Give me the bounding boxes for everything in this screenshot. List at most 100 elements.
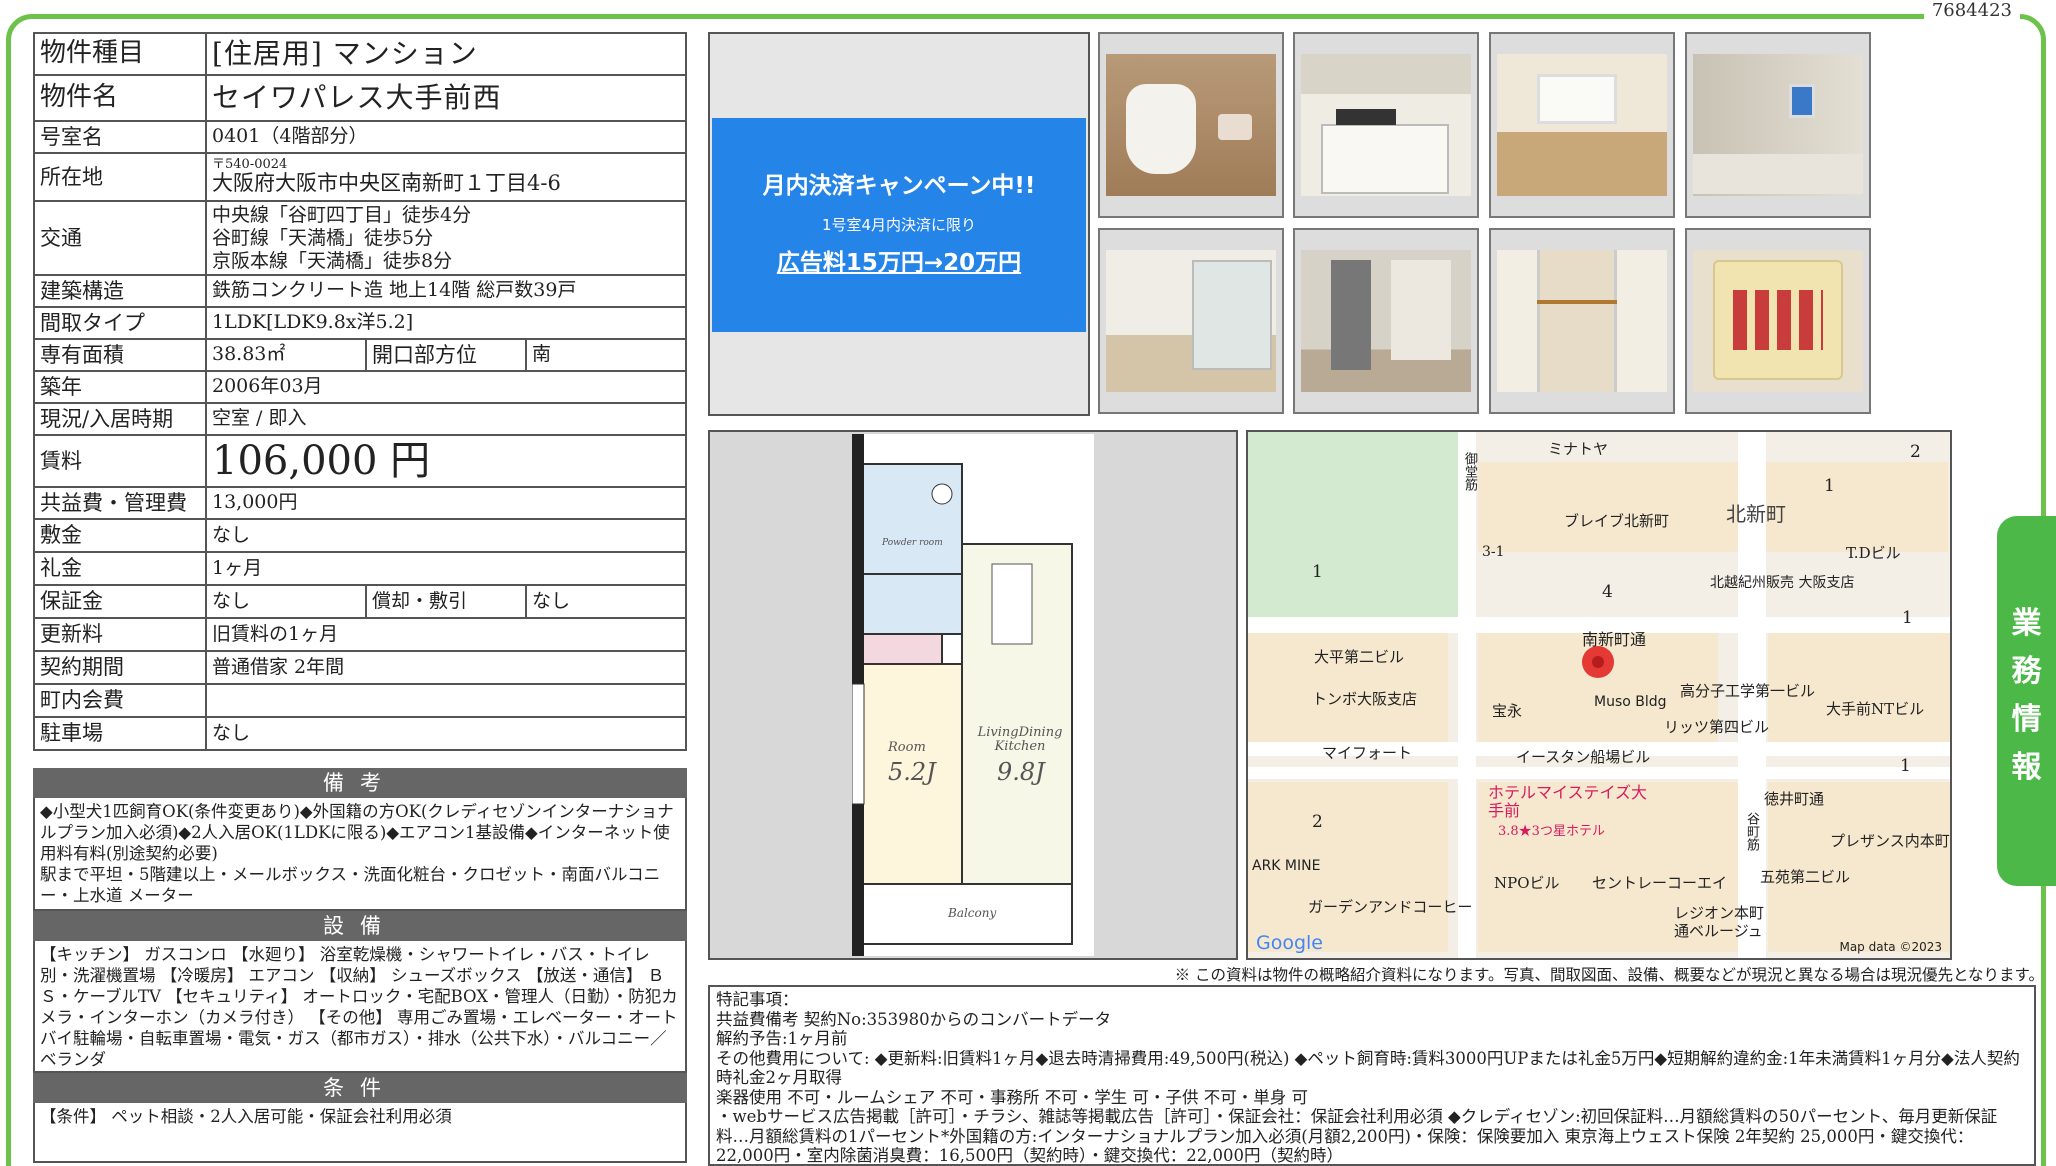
photo-closet [1489, 228, 1675, 414]
special-remarks: 特記事項： 共益費備考 契約No:353980からのコンバートデータ 解約予告:… [708, 985, 2036, 1166]
rent-label: 賃料 [33, 434, 207, 488]
promo-offer: 広告料15万円→20万円 [776, 250, 1022, 276]
photo-room [1098, 228, 1284, 414]
status-value: 空室 / 即入 [205, 402, 687, 436]
map-label: トンボ大阪支店 [1312, 690, 1418, 708]
deposit-label: 敷金 [33, 518, 207, 553]
photo-entrance [1293, 228, 1479, 414]
map-label: マイフォート [1322, 744, 1413, 762]
parking-label: 駐車場 [33, 716, 207, 751]
built-label: 築年 [33, 370, 207, 404]
map-label: 宝永 [1492, 702, 1523, 720]
association-fee-value [205, 683, 687, 718]
remarks-line: 特記事項： [716, 990, 799, 1009]
promo-title: 月内決済キャンペーン中!! [762, 173, 1036, 199]
map-label: レジオン本町通ベルージュ [1674, 904, 1765, 940]
photo-control-panel [1685, 228, 1871, 414]
name-label: 物件名 [33, 74, 207, 122]
map-label: 五苑第二ビル [1760, 868, 1851, 886]
remarks-line: 共益費備考 契約No:353980からのコンバートデータ [716, 1009, 1112, 1029]
setsubi-text: 【キッチン】 ガスコンロ 【水廻り】 浴室乾燥機・シャワートイレ・バス・トイレ別… [33, 941, 687, 1073]
room-value: 0401（4階部分） [205, 120, 687, 154]
fee-value: 13,000円 [205, 486, 687, 520]
property-spec-table: 物件種目 [住居用] マンション 物件名 セイワパレス大手前西 号室名 0401（4階… [33, 32, 687, 751]
map-label: 谷町筋 [1744, 812, 1759, 851]
remarks-line: ・webサービス広告掲載［許可］・チラシ、雑誌等掲載広告［許可］・保証会社：保証… [716, 1107, 1998, 1165]
map-label: 高分子工学第一ビル [1680, 682, 1816, 700]
floor-plan-drawing: Room 5.2J LivingDining Kitchen 9.8J Balc… [852, 434, 1094, 956]
amortization-value: なし [525, 584, 687, 619]
guarantee-label: 保証金 [33, 584, 207, 619]
map-label: 北越紀州販売 大阪支店 [1710, 575, 1855, 591]
block-number: 1 [1824, 476, 1835, 496]
type-label: 物件種目 [33, 32, 207, 76]
aspect-label: 開口部方位 [365, 338, 527, 372]
map-label: セントレーコーエイ [1592, 874, 1728, 892]
disclaimer-note: ※ この資料は物件の概略紹介資料になります。写真、間取図面、設備、概要などが現況… [1174, 966, 2044, 984]
google-logo: Google [1256, 932, 1324, 954]
access-line: 京阪本線「天満橋」徒歩8分 [212, 249, 453, 272]
area-label: 専有面積 [33, 338, 207, 372]
parking-value: なし [205, 716, 687, 751]
map-label: 御堂筋 [1462, 452, 1477, 491]
term-value: 普通借家 2年間 [205, 650, 687, 685]
map-label: 北新町 [1726, 502, 1786, 526]
document-id: 7684423 [1923, 0, 2020, 21]
map-label: ミナトヤ [1548, 440, 1609, 458]
photo-living-room [1489, 32, 1675, 218]
map-label: 徳井町通 [1764, 790, 1825, 808]
map-label: イースタン船場ビル [1516, 748, 1651, 766]
photo-kitchen [1293, 32, 1479, 218]
promo-banner: 月内決済キャンペーン中!! 1号室4月内決済に限り 広告料15万円→20万円 [712, 118, 1086, 332]
setsubi-heading: 設備 [33, 911, 687, 941]
block-number: 2 [1312, 812, 1323, 832]
layout-value: 1LDK[LDK9.8x洋5.2] [205, 306, 687, 340]
term-label: 契約期間 [33, 650, 207, 685]
built-value: 2006年03月 [205, 370, 687, 404]
room-size: 5.2J [888, 758, 936, 786]
map-label: ホテルマイステイズ大手前 [1488, 783, 1648, 820]
fee-label: 共益費・管理費 [33, 486, 207, 520]
photo-toilet [1098, 32, 1284, 218]
map-label: ブレイブ北新町 [1564, 512, 1670, 530]
block-number: 1 [1312, 562, 1323, 582]
address-value: 大阪府大阪市中央区南新町１丁目4-6 [212, 171, 561, 196]
map-label: T.Dビル [1846, 544, 1901, 562]
map-label: リッツ第四ビル [1664, 718, 1770, 736]
location-map: ミナトヤ 北新町 ブレイブ北新町 T.Dビル 北越紀州販売 大阪支店 南新町通 … [1246, 430, 1952, 960]
association-fee-label: 町内会費 [33, 683, 207, 718]
bikou-text: ◆小型犬1匹飼育OK(条件変更あり)◆外国籍の方OK(クレディセゾンインターナシ… [33, 798, 687, 911]
layout-label: 間取タイプ [33, 306, 207, 340]
floor-plan: Room 5.2J LivingDining Kitchen 9.8J Balc… [708, 430, 1238, 960]
room-label: Room [888, 740, 926, 755]
guarantee-value: なし [205, 584, 367, 619]
postal-code: 〒540-0024 [212, 157, 288, 173]
amortization-label: 償却・敷引 [365, 584, 527, 619]
area-value: 38.83㎡ [205, 338, 367, 372]
block-number: 2 [1910, 442, 1921, 462]
structure-label: 建築構造 [33, 274, 207, 308]
structure-value: 鉄筋コンクリート造 地上14階 総戸数39戸 [205, 274, 687, 308]
type-value: [住居用] マンション [205, 32, 687, 76]
renewal-label: 更新料 [33, 617, 207, 652]
remarks-line: 解約予告:1ヶ月前 [716, 1029, 848, 1048]
bikou-heading: 備考 [33, 768, 687, 798]
access-cell: 中央線「谷町四丁目」徒歩4分 谷町線「天満橋」徒歩5分 京阪本線「天満橋」徒歩8… [205, 200, 687, 276]
key-money-label: 礼金 [33, 551, 207, 586]
map-label: Muso Bldg [1594, 694, 1667, 710]
map-label: NPOビル [1494, 874, 1560, 892]
status-label: 現況/入居時期 [33, 402, 207, 436]
map-label: ARK MINE [1252, 858, 1321, 874]
map-label: 大手前NTビル [1826, 700, 1925, 718]
map-attribution: Map data ©2023 [1839, 940, 1942, 954]
map-label: 大平第二ビル [1314, 648, 1405, 666]
promo-photo: 月内決済キャンペーン中!! 1号室4月内決済に限り 広告料15万円→20万円 [708, 32, 1090, 416]
business-info-tab[interactable]: 業務情報 [1997, 516, 2056, 886]
remarks-line: その他費用について: ◆更新料:旧賃料1ヶ月◆退去時清掃費用:49,500円(税… [716, 1048, 2020, 1088]
ldk-size: 9.8J [997, 758, 1045, 786]
remarks-line: 楽器使用 不可・ルームシェア 不可・事務所 不可・学生 可・子供 不可・単身 可 [716, 1087, 1308, 1107]
jouken-text: 【条件】 ペット相談・2人入居可能・保証会社利用必須 [33, 1103, 687, 1163]
powder-room-label: Powder room [882, 538, 943, 548]
jouken-heading: 条件 [33, 1073, 687, 1103]
deposit-value: なし [205, 518, 687, 553]
